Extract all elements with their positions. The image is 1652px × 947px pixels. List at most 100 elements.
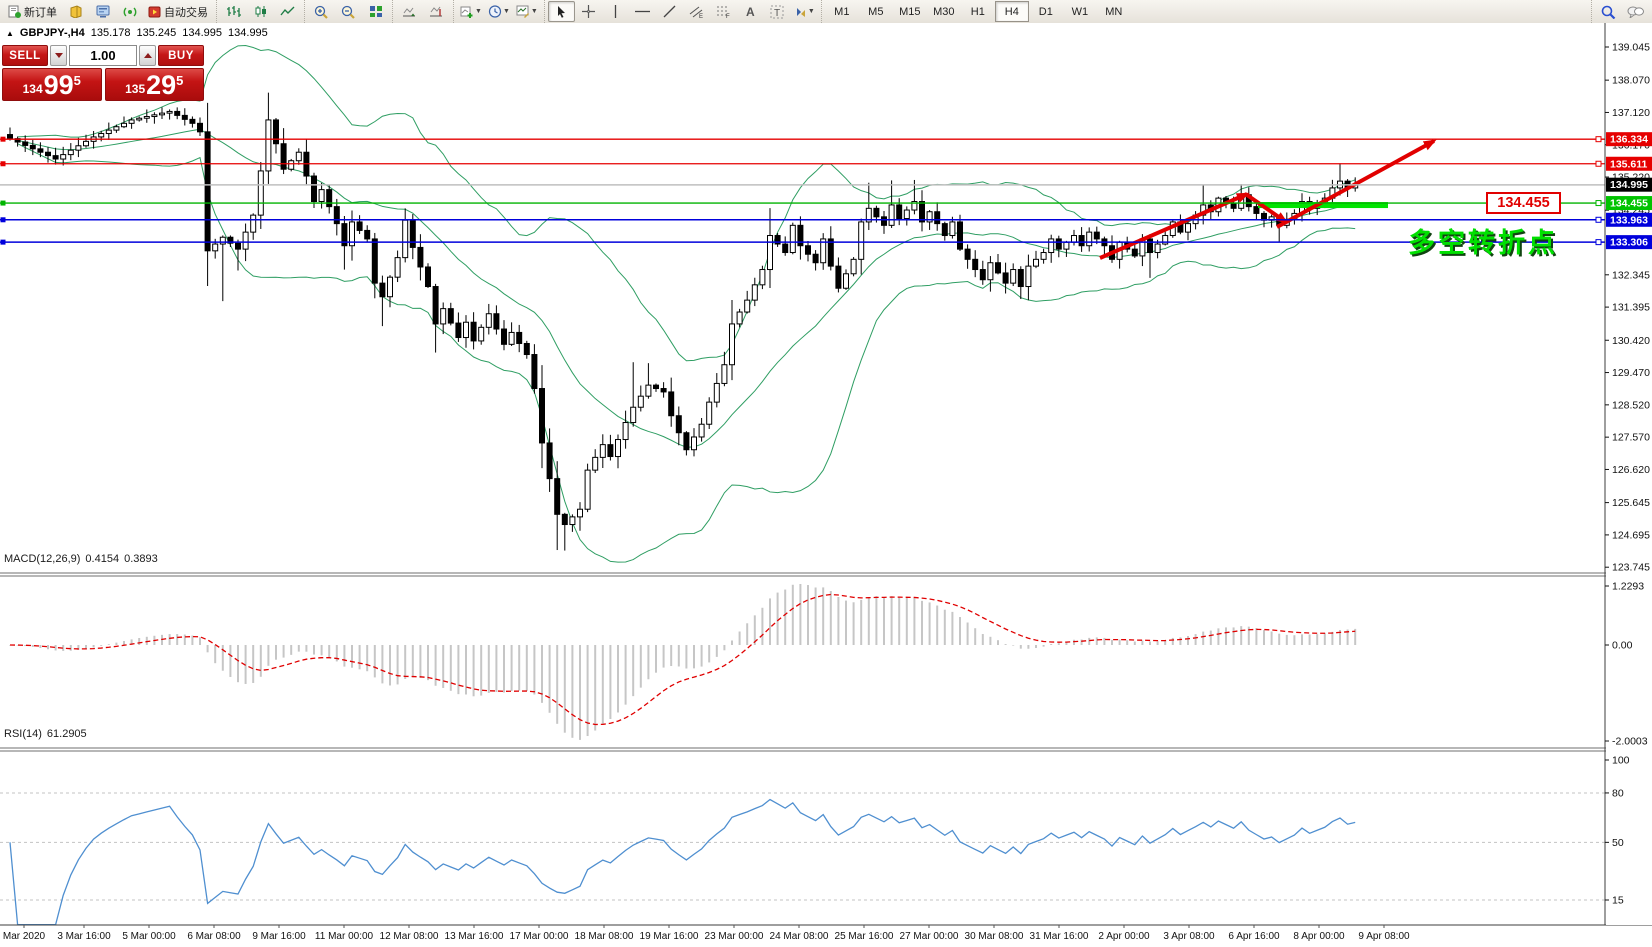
macd-axis-tick: 1.2293	[1612, 580, 1644, 592]
chat-bubbles-icon	[1627, 5, 1644, 18]
timeframe-h1[interactable]: H1	[961, 1, 995, 22]
bar-chart-button[interactable]	[220, 1, 247, 22]
zoom-out-button[interactable]	[335, 1, 362, 22]
time-tick: 17 Mar 00:00	[510, 931, 569, 942]
volume-increase-button[interactable]	[139, 45, 156, 66]
search-icon	[1601, 5, 1616, 19]
sell-button[interactable]: SELL	[2, 45, 48, 66]
macd-axis-tick: 0.00	[1612, 640, 1633, 652]
vertical-line-tool[interactable]	[602, 1, 629, 22]
crosshair-tool[interactable]	[575, 1, 602, 22]
volume-input[interactable]: 1.00	[69, 45, 137, 66]
dropdown-arrow: ▼	[503, 8, 510, 15]
hline-handle-left[interactable]	[1, 161, 6, 166]
templates-button[interactable]: ▼	[513, 1, 541, 22]
hline-handle-right[interactable]	[1596, 161, 1601, 166]
timeframe-h4[interactable]: H4	[995, 1, 1029, 22]
trendline-icon	[663, 5, 676, 18]
hline-handle-left[interactable]	[1, 137, 6, 142]
hline-handle-right[interactable]	[1596, 201, 1601, 206]
market-watch-button[interactable]	[116, 1, 143, 22]
text-tool-icon: A	[746, 5, 755, 19]
price-tick: 128.520	[1612, 399, 1650, 411]
periods-button[interactable]: ▼	[485, 1, 513, 22]
auto-scroll-button[interactable]	[396, 1, 423, 22]
buy-price-big: 29	[146, 72, 176, 99]
chart-shift-icon	[429, 5, 444, 18]
hline-handle-right[interactable]	[1596, 137, 1601, 142]
time-tick: 3 Apr 08:00	[1163, 931, 1215, 942]
history-book-icon	[69, 5, 83, 18]
chart-shift-button[interactable]	[423, 1, 450, 22]
timeframe-m15[interactable]: M15	[893, 1, 927, 22]
horizontal-line-tool[interactable]	[629, 1, 656, 22]
search-button[interactable]	[1595, 1, 1622, 22]
hline-handle-left[interactable]	[1, 201, 6, 206]
toolbar-group-autoscroll	[392, 0, 453, 23]
toolbar-group-zoom	[304, 0, 392, 23]
svg-text:F: F	[726, 14, 730, 18]
chart-canvas[interactable]: 139.045138.070137.120136.170135.220134.2…	[0, 23, 1652, 947]
time-tick: 23 Mar 00:00	[705, 931, 764, 942]
trendline-tool[interactable]	[656, 1, 683, 22]
terminal-button[interactable]	[89, 1, 116, 22]
fibonacci-icon: F	[716, 5, 731, 18]
volume-decrease-button[interactable]	[50, 45, 67, 66]
buy-price-display[interactable]: 135295	[105, 68, 205, 101]
rsi-axis-tick: 50	[1612, 837, 1624, 849]
timeframe-m1[interactable]: M1	[825, 1, 859, 22]
sell-price-display[interactable]: 134995	[2, 68, 102, 101]
line-chart-icon	[280, 5, 295, 18]
indicators-add-icon	[460, 5, 474, 18]
signal-icon	[123, 5, 137, 18]
hline-handle-left[interactable]	[1, 217, 6, 222]
toolbar-group-trade: 新订单 自动交易	[0, 0, 216, 23]
hline-handle-right[interactable]	[1596, 240, 1601, 245]
price-badge-text: 134.455	[1610, 198, 1648, 210]
ohlc-low: 134.995	[182, 27, 222, 39]
rsi-name: RSI(14)	[4, 728, 42, 740]
timeframe-w1[interactable]: W1	[1063, 1, 1097, 22]
timeframe-m30[interactable]: M30	[927, 1, 961, 22]
cursor-tool[interactable]	[548, 1, 575, 22]
new-order-button[interactable]: 新订单	[3, 1, 62, 22]
arrows-shapes-icon	[794, 6, 807, 18]
price-tag-134455[interactable]: 134.455	[1486, 192, 1561, 214]
timeframe-mn[interactable]: MN	[1097, 1, 1131, 22]
macd-axis-tick: -2.0003	[1612, 736, 1648, 748]
equidistant-channel-tool[interactable]: E	[683, 1, 710, 22]
hline-handle-left[interactable]	[1, 240, 6, 245]
time-tick: 9 Mar 16:00	[252, 931, 306, 942]
candlestick-chart-button[interactable]	[247, 1, 274, 22]
text-tool[interactable]: A	[737, 1, 764, 22]
turning-point-note[interactable]: 多空转折点	[1408, 221, 1558, 260]
indicators-button[interactable]: ▼	[457, 1, 485, 22]
fibonacci-tool[interactable]: F	[710, 1, 737, 22]
account-history-button[interactable]	[62, 1, 89, 22]
time-tick: 3 Mar 16:00	[57, 931, 111, 942]
time-tick: 2 Apr 00:00	[1098, 931, 1150, 942]
text-label-tool[interactable]: T	[764, 1, 791, 22]
ohlc-high: 135.245	[137, 27, 177, 39]
price-tick: 123.745	[1612, 562, 1650, 574]
collapse-triangle-icon[interactable]: ▲	[6, 29, 14, 38]
timeframe-m5[interactable]: M5	[859, 1, 893, 22]
macd-value-main: 0.4154	[85, 553, 119, 565]
terminal-icon	[96, 5, 110, 18]
macd-name: MACD(12,26,9)	[4, 553, 80, 565]
auto-scroll-icon	[402, 5, 417, 18]
buy-button[interactable]: BUY	[158, 45, 204, 66]
rsi-axis-tick: 80	[1612, 787, 1624, 799]
ohlc-open: 135.178	[91, 27, 131, 39]
community-chat-button[interactable]	[1622, 1, 1649, 22]
line-chart-button[interactable]	[274, 1, 301, 22]
price-badge-text: 133.963	[1610, 214, 1648, 226]
one-click-trading-panel: SELL 1.00 BUY 134995 135295	[2, 45, 204, 101]
tile-windows-button[interactable]	[362, 1, 389, 22]
auto-trading-button[interactable]: 自动交易	[143, 1, 213, 22]
arrows-tool[interactable]: ▼	[791, 1, 818, 22]
zoom-in-button[interactable]	[308, 1, 335, 22]
hline-handle-right[interactable]	[1596, 217, 1601, 222]
time-tick: 9 Apr 08:00	[1358, 931, 1410, 942]
timeframe-d1[interactable]: D1	[1029, 1, 1063, 22]
